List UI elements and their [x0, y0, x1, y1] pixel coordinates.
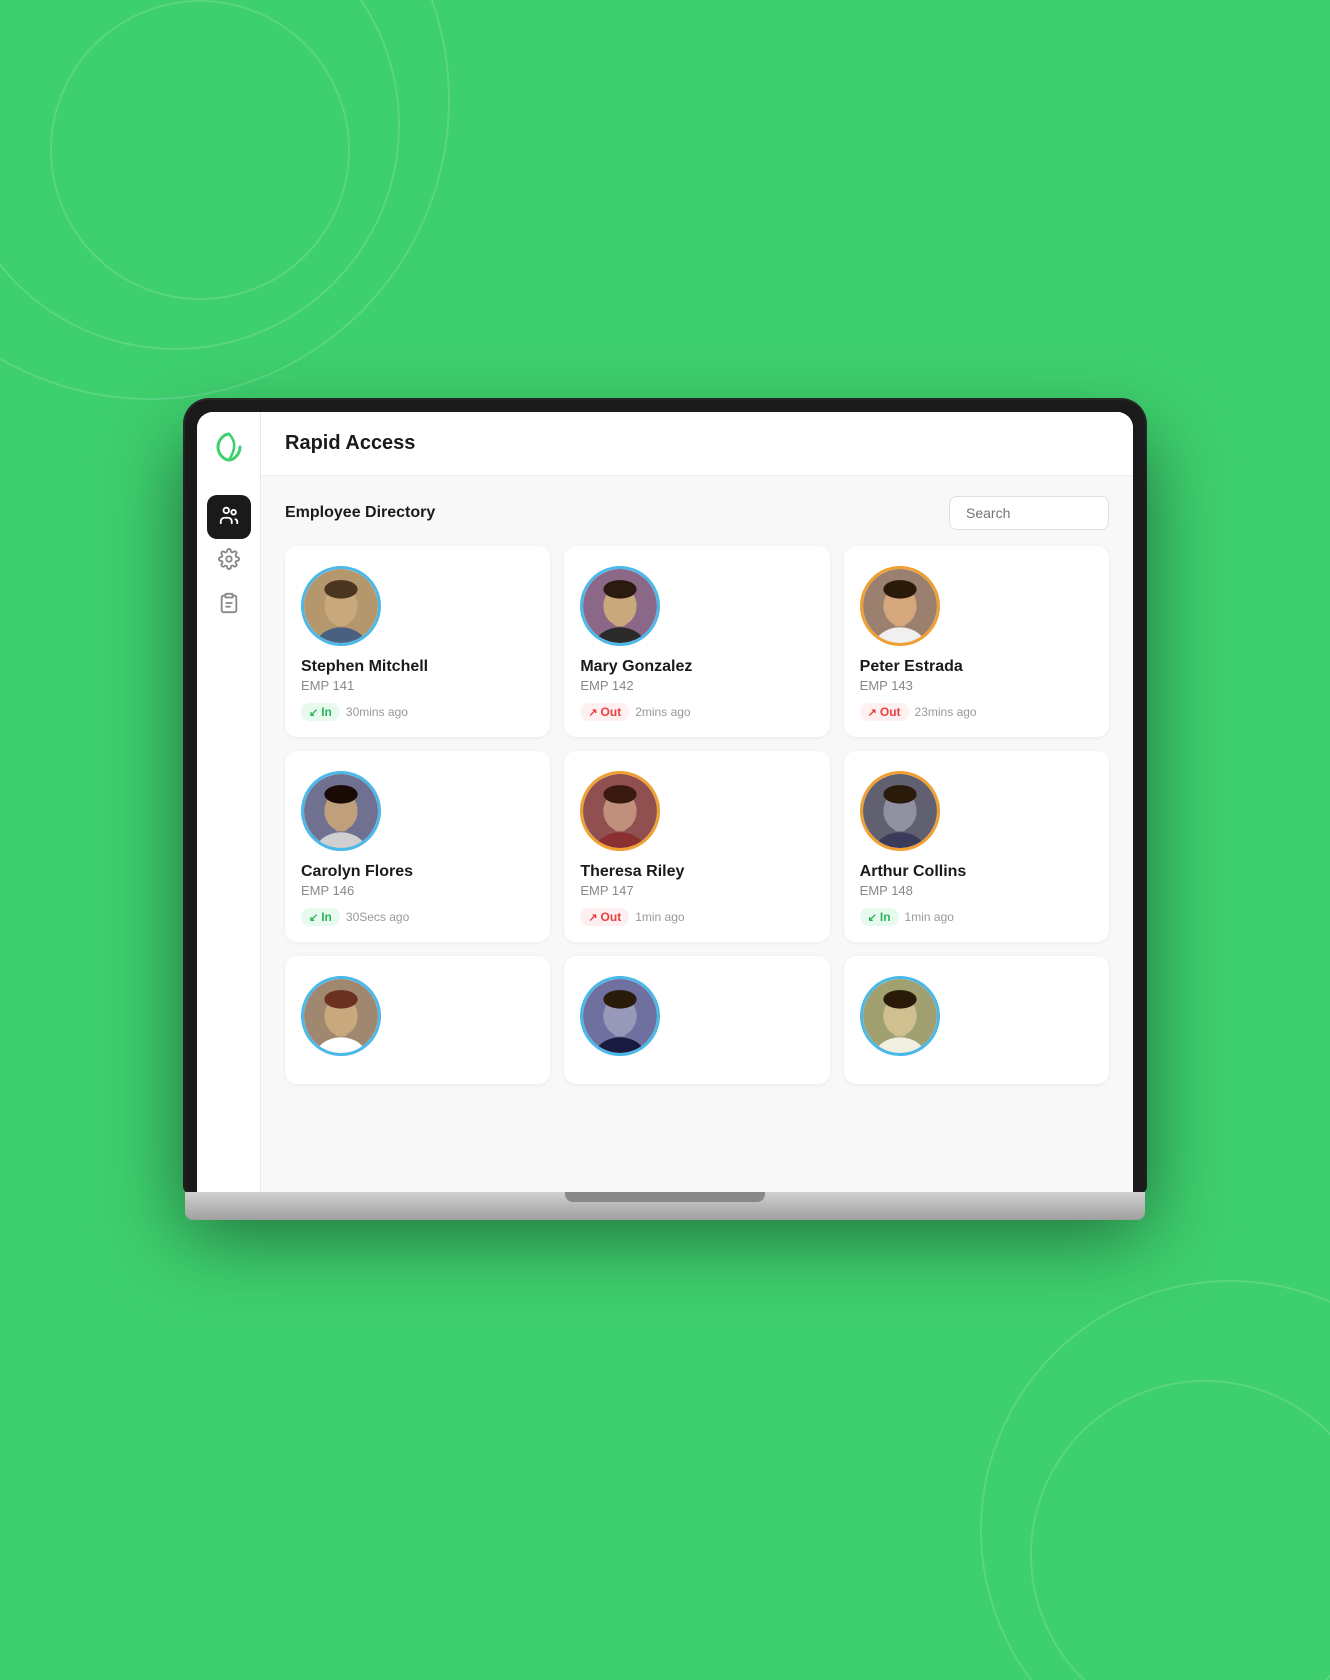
avatar-wrapper — [580, 771, 660, 851]
employee-card[interactable]: Carolyn Flores EMP 146 ↙ In 30Secs ago — [285, 751, 550, 942]
page-title: Rapid Access — [285, 432, 415, 455]
employee-card[interactable]: Arthur Collins EMP 148 ↙ In 1min ago — [844, 751, 1109, 942]
status-badge: ↗ Out — [580, 908, 629, 926]
app-container: Rapid Access Employee Directory — [197, 412, 1133, 1192]
employee-name: Arthur Collins — [860, 863, 1093, 881]
status-time: 1min ago — [905, 910, 954, 924]
avatar — [583, 979, 657, 1053]
status-time: 30mins ago — [346, 705, 408, 719]
gear-icon — [218, 548, 240, 575]
avatar-wrapper — [860, 566, 940, 646]
status-row: ↗ Out 1min ago — [580, 908, 813, 926]
screen-frame: Rapid Access Employee Directory — [185, 400, 1145, 1192]
status-row: ↙ In 1min ago — [860, 908, 1093, 926]
status-time: 2mins ago — [635, 705, 690, 719]
employee-grid: Stephen Mitchell EMP 141 ↙ In 30mins ago… — [285, 546, 1109, 1084]
status-badge: ↙ In — [301, 908, 340, 926]
laptop-base — [185, 1192, 1145, 1220]
status-row: ↙ In 30Secs ago — [301, 908, 534, 926]
employee-card[interactable] — [844, 956, 1109, 1084]
sidebar-navigation — [207, 495, 251, 627]
avatar — [583, 569, 657, 643]
search-wrapper — [949, 496, 1109, 530]
employee-card[interactable]: Stephen Mitchell EMP 141 ↙ In 30mins ago — [285, 546, 550, 737]
status-time: 30Secs ago — [346, 910, 409, 924]
sidebar-item-people[interactable] — [207, 495, 251, 539]
directory-title: Employee Directory — [285, 504, 435, 522]
employee-card[interactable]: Peter Estrada EMP 143 ↗ Out 23mins ago — [844, 546, 1109, 737]
employee-id: EMP 148 — [860, 883, 1093, 898]
employee-card[interactable]: Theresa Riley EMP 147 ↗ Out 1min ago — [564, 751, 829, 942]
avatar — [863, 979, 937, 1053]
status-arrow: ↗ — [588, 911, 597, 924]
app-logo — [210, 428, 248, 466]
employee-name: Carolyn Flores — [301, 863, 534, 881]
employee-card[interactable] — [285, 956, 550, 1084]
employee-card[interactable] — [564, 956, 829, 1084]
status-badge: ↗ Out — [580, 703, 629, 721]
status-badge: ↙ In — [301, 703, 340, 721]
status-arrow: ↗ — [588, 706, 597, 719]
content-area: Employee Directory — [261, 476, 1133, 1192]
status-time: 1min ago — [635, 910, 684, 924]
status-label: In — [321, 910, 332, 924]
avatar — [863, 774, 937, 848]
status-row: ↗ Out 23mins ago — [860, 703, 1093, 721]
main-content: Rapid Access Employee Directory — [261, 412, 1133, 1192]
avatar — [583, 774, 657, 848]
status-label: In — [321, 705, 332, 719]
status-label: Out — [601, 910, 622, 924]
avatar — [304, 979, 378, 1053]
employee-id: EMP 147 — [580, 883, 813, 898]
sidebar-item-settings[interactable] — [207, 539, 251, 583]
employee-name: Peter Estrada — [860, 658, 1093, 676]
status-arrow: ↙ — [309, 911, 318, 924]
status-row: ↗ Out 2mins ago — [580, 703, 813, 721]
employee-name: Stephen Mitchell — [301, 658, 534, 676]
status-time: 23mins ago — [915, 705, 977, 719]
avatar-wrapper — [580, 566, 660, 646]
avatar — [304, 774, 378, 848]
logo-area — [210, 428, 248, 471]
avatar — [863, 569, 937, 643]
avatar — [304, 569, 378, 643]
directory-header: Employee Directory — [285, 496, 1109, 530]
status-badge: ↙ In — [860, 908, 899, 926]
laptop-frame: Rapid Access Employee Directory — [185, 400, 1145, 1220]
employee-name: Mary Gonzalez — [580, 658, 813, 676]
sidebar-item-reports[interactable] — [207, 583, 251, 627]
employee-id: EMP 142 — [580, 678, 813, 693]
avatar-wrapper — [860, 771, 940, 851]
employee-id: EMP 146 — [301, 883, 534, 898]
status-badge: ↗ Out — [860, 703, 909, 721]
employee-id: EMP 143 — [860, 678, 1093, 693]
avatar-wrapper — [860, 976, 940, 1056]
people-icon — [218, 504, 240, 531]
avatar-wrapper — [301, 976, 381, 1056]
avatar-wrapper — [301, 771, 381, 851]
status-arrow: ↗ — [868, 706, 877, 719]
employee-card[interactable]: Mary Gonzalez EMP 142 ↗ Out 2mins ago — [564, 546, 829, 737]
status-arrow: ↙ — [309, 706, 318, 719]
search-input[interactable] — [949, 496, 1109, 530]
status-label: Out — [601, 705, 622, 719]
top-bar: Rapid Access — [261, 412, 1133, 476]
status-arrow: ↙ — [868, 911, 877, 924]
employee-id: EMP 141 — [301, 678, 534, 693]
avatar-wrapper — [580, 976, 660, 1056]
status-label: In — [880, 910, 891, 924]
status-label: Out — [880, 705, 901, 719]
status-row: ↙ In 30mins ago — [301, 703, 534, 721]
avatar-wrapper — [301, 566, 381, 646]
employee-name: Theresa Riley — [580, 863, 813, 881]
clipboard-icon — [218, 592, 240, 619]
sidebar — [197, 412, 261, 1192]
screen-content: Rapid Access Employee Directory — [197, 412, 1133, 1192]
